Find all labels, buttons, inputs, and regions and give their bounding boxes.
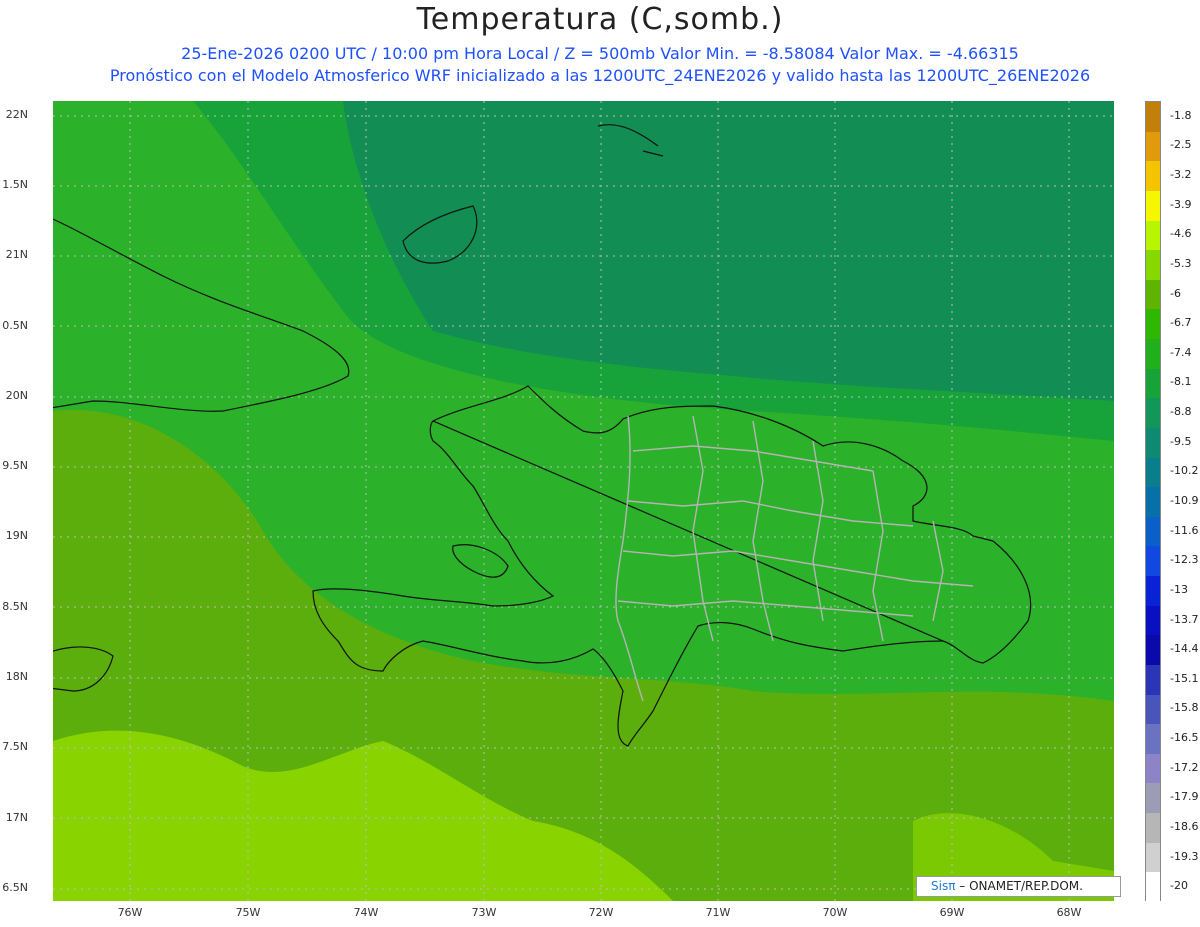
lon-label: 73W (471, 906, 497, 919)
colorbar-label: -17.9 (1170, 790, 1199, 804)
colorbar-label: -10.2 (1170, 464, 1199, 478)
credit-text: – ONAMET/REP.DOM. (959, 879, 1083, 893)
lat-label: 7.5N (2, 740, 28, 753)
colorbar-label: -14.4 (1170, 642, 1199, 656)
colorbar-segment (1146, 398, 1160, 429)
colorbar (1145, 101, 1161, 903)
colorbar-label: -15.1 (1170, 671, 1199, 685)
colorbar-segment (1146, 487, 1160, 518)
colorbar-label: -10.9 (1170, 494, 1199, 507)
lat-label: 8.5N (2, 600, 28, 613)
lat-label: 19N (5, 529, 28, 542)
lat-label: 22N (5, 108, 28, 121)
lat-label: 17N (5, 811, 28, 824)
colorbar-segment (1146, 220, 1160, 251)
colorbar-segment (1146, 753, 1160, 784)
colorbar-segment (1146, 102, 1160, 133)
colorbar-segment (1146, 250, 1160, 281)
colorbar-label: -13 (1170, 582, 1188, 596)
colorbar-label: -12.3 (1170, 553, 1199, 567)
colorbar-label: -7.4 (1170, 345, 1192, 359)
lon-label: 76W (117, 906, 143, 919)
colorbar-label: -15.8 (1170, 701, 1199, 715)
colorbar-segment (1146, 576, 1160, 607)
lon-label: 72W (588, 906, 614, 919)
colorbar-segment (1146, 724, 1160, 755)
lat-label: 21N (5, 248, 28, 261)
valid-time-subtitle: 25-Ene-2026 0200 UTC / 10:00 pm Hora Loc… (181, 44, 1019, 63)
colorbar-segment (1146, 872, 1160, 903)
colorbar-label: -2.5 (1170, 138, 1192, 152)
lon-label: 75W (235, 906, 261, 919)
colorbar-segment (1146, 339, 1160, 370)
colorbar-segment (1146, 161, 1160, 192)
lon-label: 71W (705, 906, 731, 919)
lat-label: 20N (5, 389, 28, 402)
colorbar-label: -3.9 (1170, 197, 1192, 211)
colorbar-label: -3.2 (1170, 168, 1192, 182)
colorbar-segment (1146, 131, 1160, 162)
colorbar-label: -1.8 (1170, 108, 1192, 122)
colorbar-label: -6 (1170, 286, 1181, 300)
model-info-subtitle: Pronóstico con el Modelo Atmosferico WRF… (109, 66, 1091, 85)
colorbar-label: -19.3 (1170, 849, 1199, 863)
lat-label: 18N (5, 670, 28, 683)
colorbar-segment (1146, 842, 1160, 873)
lon-label: 70W (822, 906, 848, 919)
colorbar-label: -8.8 (1170, 405, 1192, 419)
temperature-map (53, 101, 1114, 901)
lat-label: 6.5N (2, 881, 28, 894)
colorbar-segment (1146, 279, 1160, 310)
colorbar-segment (1146, 635, 1160, 666)
colorbar-label: -4.6 (1170, 227, 1192, 241)
colorbar-segment (1146, 516, 1160, 547)
colorbar-label: -5.3 (1170, 256, 1192, 270)
lon-label: 74W (353, 906, 379, 919)
lat-label: 0.5N (2, 319, 28, 332)
map-title: Temperatura (C,somb.) (416, 2, 784, 37)
colorbar-segment (1146, 368, 1160, 399)
colorbar-segment (1146, 664, 1160, 696)
colorbar-segment (1146, 546, 1160, 577)
colorbar-label: -9.5 (1170, 434, 1192, 448)
colorbar-segment (1146, 694, 1160, 725)
colorbar-segment (1146, 783, 1160, 814)
colorbar-segment (1146, 605, 1160, 636)
credit-box: Sisπ – ONAMET/REP.DOM. (916, 876, 1121, 897)
colorbar-label: -17.2 (1170, 760, 1199, 774)
colorbar-segment (1146, 427, 1160, 459)
lat-label: 1.5N (2, 178, 28, 191)
colorbar-label: -20 (1170, 879, 1188, 893)
colorbar-label: -11.6 (1170, 523, 1199, 537)
colorbar-label: -16.5 (1170, 731, 1199, 745)
lon-label: 68W (1056, 906, 1082, 919)
colorbar-label: -6.7 (1170, 316, 1192, 330)
colorbar-label: -18.6 (1170, 819, 1199, 833)
colorbar-segment (1146, 309, 1160, 340)
colorbar-segment (1146, 190, 1160, 221)
colorbar-label: -13.7 (1170, 612, 1199, 626)
lat-label: 9.5N (2, 459, 28, 472)
colorbar-segment (1146, 813, 1160, 844)
colorbar-label: -8.1 (1170, 375, 1192, 389)
lon-label: 69W (939, 906, 965, 919)
colorbar-segment (1146, 457, 1160, 488)
credit-brand: Sisπ (931, 879, 956, 893)
